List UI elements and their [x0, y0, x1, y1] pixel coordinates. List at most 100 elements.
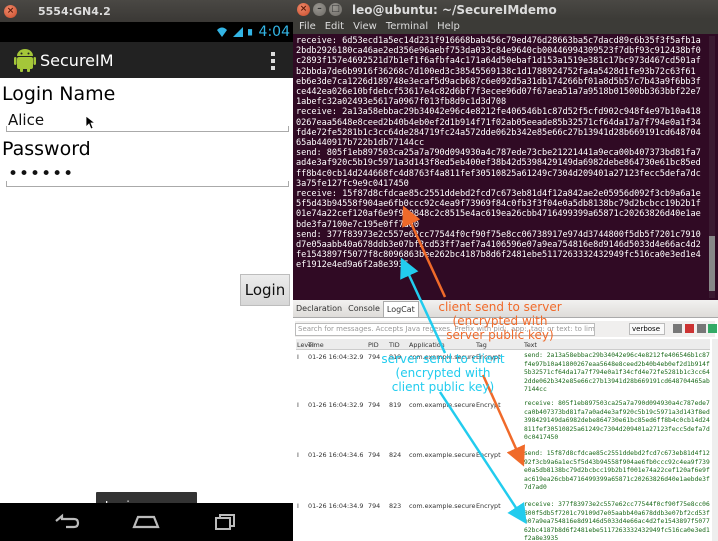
annotation-line: (encrypted with: [452, 314, 548, 328]
terminal-line: bde3fa7100e7c195e0ff7ad0: [296, 219, 419, 230]
terminal-line: 2bdb2926180ca46ae2ed356e96aebf753da033c8…: [296, 46, 701, 57]
terminal-line: 01e74a22cef120af6e9f9e0848c2c8515e4ac619…: [296, 209, 701, 220]
terminal-line: fe1543897f5077f8c8096863bee262bc4187b8d6…: [296, 250, 701, 261]
cell-text: e07a9ea754816e8d9146d5033d4e66ac4d2fe154…: [524, 518, 710, 526]
save-icon[interactable]: [673, 324, 682, 333]
scroll-lock-icon[interactable]: [708, 324, 717, 333]
mouse-cursor-icon: [86, 116, 96, 130]
log-level-select[interactable]: verbose: [629, 323, 665, 335]
terminal-line: receive: 6d53ecd1a5ec14d231f916668bab456…: [296, 36, 701, 46]
login-screen: Login Name Alice Password •••••• Login L…: [0, 78, 293, 520]
cell-tid: 824: [389, 451, 402, 459]
login-name-input[interactable]: Alice: [6, 110, 289, 132]
annotation-line: server public key): [446, 328, 554, 342]
menu-help[interactable]: Help: [437, 21, 460, 32]
terminal-line: eb6e3de7ca1226d189748e3ecaf5d9acb687c6e0…: [296, 76, 701, 87]
cell-text: receive: 377f83973e2c557e62cc77544f0cf90…: [524, 501, 710, 508]
terminal-titlebar: × – □ leo@ubuntu: ~/SecureIMdemo: [293, 0, 718, 19]
cell-tid: 823: [389, 502, 402, 510]
terminal-line: 65ab440917b722b1db77144cc: [296, 138, 425, 149]
terminal-line: ce442ea026e10bfdebcf53617e4c82d6bf7f3ece…: [296, 87, 701, 98]
menu-terminal[interactable]: Terminal: [386, 21, 428, 32]
close-icon[interactable]: ×: [4, 4, 17, 18]
cell-time: 01-26 16:04:32.9: [308, 401, 364, 409]
cell-text: send: 15f87d8cfdcae85c2551ddebd2fcd7c673…: [524, 450, 710, 457]
terminal-line: ef1912e4ed9a6f2a8e3935: [296, 260, 409, 271]
logcat-scrollbar[interactable]: [712, 339, 718, 541]
battery-icon: [247, 29, 252, 36]
cell-level: I: [297, 401, 299, 409]
password-label: Password: [2, 138, 91, 160]
cell-text: 800f5db5f7201c79109d7e05aabb40a678ddb3e0…: [524, 509, 710, 517]
cell-text: ac619ea26cbb4716499399a65871c20263826d40…: [524, 475, 710, 483]
tab-console[interactable]: Console: [345, 301, 383, 317]
login-name-value: Alice: [8, 111, 45, 129]
terminal-line: receive: 15f87d8cfdcae85c2551ddebd2fcd7c…: [296, 189, 701, 200]
cell-time: 01-26 16:04:32.9: [308, 353, 364, 361]
column-time[interactable]: Time: [308, 341, 324, 349]
cell-text: 92f3cb9a6a1ec5f5d43b94558f904ae6fb0ccc92…: [524, 458, 710, 466]
status-time: 4:04: [258, 24, 290, 40]
terminal-menubar: File Edit View Terminal Help: [293, 19, 718, 34]
menu-edit[interactable]: Edit: [325, 21, 344, 32]
close-icon[interactable]: ×: [297, 3, 310, 16]
terminal-line: 3a75fe127fc9e9c0417450: [296, 178, 409, 189]
android-status-bar: 4:04: [0, 22, 293, 42]
cell-level: I: [297, 353, 299, 361]
signal-icon: [232, 27, 243, 37]
terminal-line: 5f5d43b94558f904ae6fb0ccc92c4ea9f73969f8…: [296, 199, 701, 210]
cell-text: 5b32571cf64da17a7f794e0a1f34cfd4e72fe528…: [524, 369, 710, 377]
android-emulator-window: × 5554:GN4.2 4:04 SecureIM Login Name Al…: [0, 0, 293, 541]
cell-text: ca0b407373bd81fa7a0ad4e3af920c5b19c5971a…: [524, 408, 710, 416]
cell-text: 398429149da6982debe864730e61bc85ed6ff8b4…: [524, 417, 710, 425]
cell-app: com.example.secure: [409, 502, 476, 510]
terminal-line: c2893f157e4692521d7b1ef1f6afbfa4c171a64d…: [296, 56, 701, 67]
cell-text: receive: 805f1eb897503ca25a7a790d094930a…: [524, 400, 710, 407]
recent-apps-icon[interactable]: [210, 511, 242, 531]
terminal-scrollbar[interactable]: [709, 36, 715, 298]
login-button[interactable]: Login: [240, 274, 290, 306]
menu-file[interactable]: File: [299, 21, 316, 32]
terminal-output[interactable]: receive: 6d53ecd1a5ec14d231f916668bab456…: [296, 36, 701, 298]
emulator-title: 5554:GN4.2: [38, 4, 111, 18]
home-icon[interactable]: [130, 511, 162, 531]
tab-declaration[interactable]: Declaration: [293, 301, 345, 317]
clear-log-icon[interactable]: [685, 324, 694, 333]
menu-view[interactable]: View: [353, 21, 377, 32]
cell-text: f2a8e3935: [524, 535, 559, 541]
terminal-window: × – □ leo@ubuntu: ~/SecureIMdemo File Ed…: [293, 0, 718, 300]
cell-time: 01-26 16:04:34.6: [308, 451, 364, 459]
column-application[interactable]: Application: [409, 341, 445, 349]
tab-logcat[interactable]: LogCat: [382, 300, 419, 317]
cell-text: e0a5db8138bc79d2bcbcc19b2b1f001e74a22cef…: [524, 467, 710, 475]
terminal-line: send: 377f83973e2c557e62cc77544f0cf90f75…: [296, 229, 701, 240]
column-text[interactable]: Text: [524, 341, 537, 349]
back-icon[interactable]: [50, 511, 82, 531]
cell-tag: Encrypt: [476, 401, 501, 409]
terminal-line: receive: 2a13a58ebbac29b34042e96c4e8212f…: [296, 107, 701, 118]
column-tid[interactable]: TID: [389, 341, 400, 349]
cell-level: I: [297, 502, 299, 510]
terminal-line: ad4e3af920c5b19c5971a3d143f8ed5eb400ef38…: [296, 158, 701, 169]
android-logo-icon: [14, 49, 36, 72]
password-input[interactable]: ••••••: [6, 164, 289, 187]
action-bar: SecureIM: [0, 42, 293, 78]
terminal-line: send: 805f1eb897503ca25a7a790d094930a4c7…: [296, 148, 701, 159]
maximize-icon[interactable]: □: [329, 3, 342, 16]
cell-level: I: [297, 451, 299, 459]
cell-time: 01-26 16:04:34.9: [308, 502, 364, 510]
cell-tag: Encrypt: [476, 502, 501, 510]
cell-pid: 794: [368, 401, 381, 409]
minimize-icon[interactable]: –: [313, 3, 326, 16]
overflow-menu-icon[interactable]: [271, 52, 275, 73]
column-pid[interactable]: PID: [368, 341, 379, 349]
column-tag[interactable]: Tag: [476, 341, 487, 349]
desktop: × 5554:GN4.2 4:04 SecureIM Login Name Al…: [0, 0, 718, 541]
client-send-annotation: client send to server (encrypted with se…: [430, 300, 570, 342]
terminal-line: 0267eaa5648e8ceed2b40b4eb0ef2d1b914f71f0…: [296, 117, 701, 128]
cell-tid: 819: [389, 401, 402, 409]
pause-icon[interactable]: [697, 324, 706, 333]
annotation-line: (encrypted with: [395, 366, 491, 380]
cell-text: 0c0417450: [524, 434, 559, 442]
cell-app: com.example.secure: [409, 401, 476, 409]
